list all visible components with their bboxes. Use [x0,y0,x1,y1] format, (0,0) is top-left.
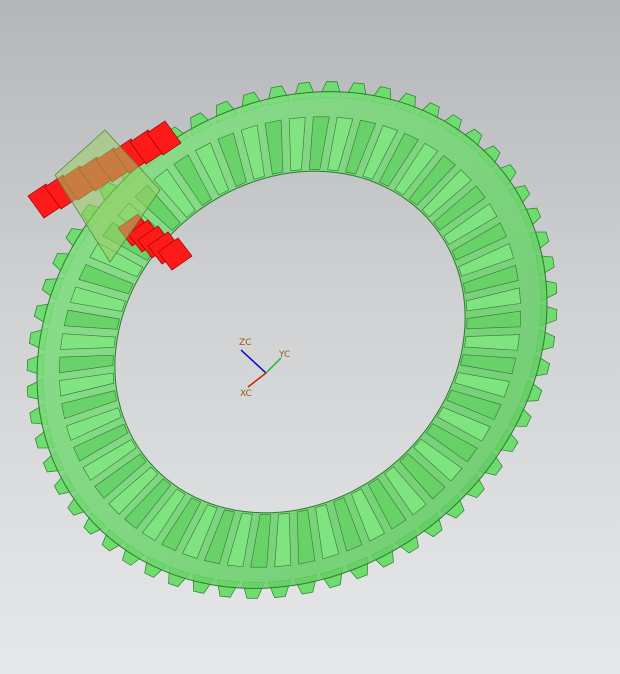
xc-axis-label: XC [240,389,252,399]
yc-axis-label: YC [278,350,290,360]
zc-axis-line [240,349,267,374]
zc-axis-label: ZC [239,338,251,348]
gear-assembly-scene[interactable]: ZC YC XC [0,0,620,674]
xc-axis-line [247,372,267,388]
yc-axis-line [265,357,282,374]
graphics-viewport[interactable]: ZC YC XC [0,0,620,674]
wcs-triad[interactable]: ZC YC XC [239,338,290,399]
